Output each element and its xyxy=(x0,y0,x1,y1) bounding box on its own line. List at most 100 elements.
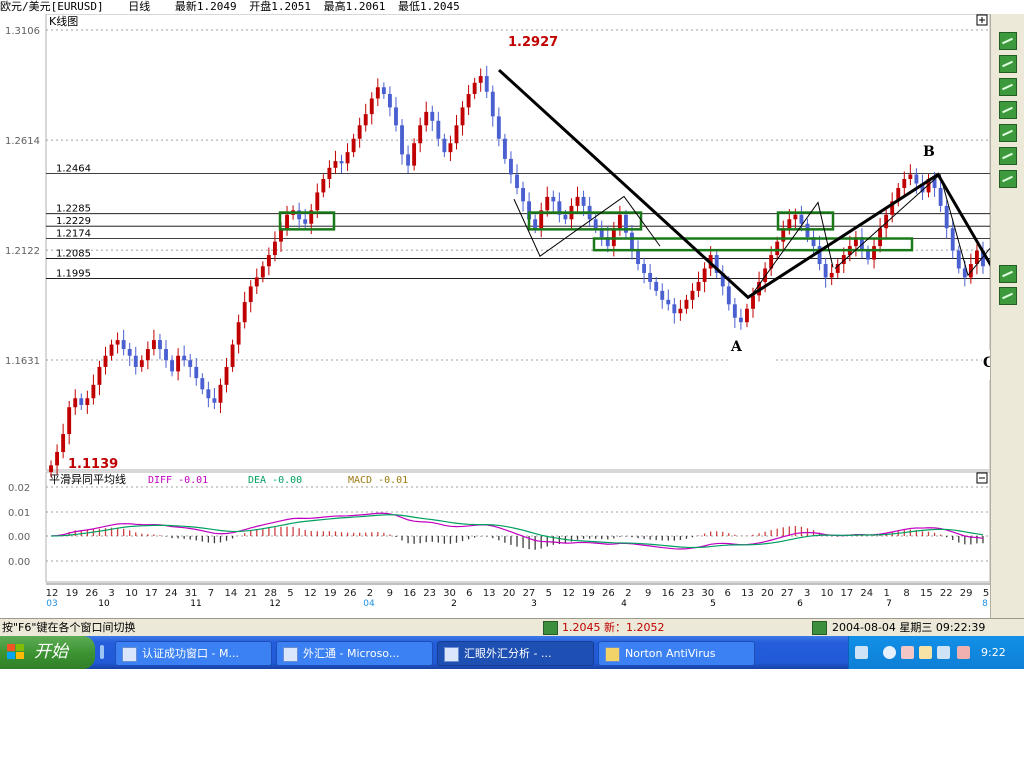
candle-body xyxy=(387,93,392,108)
tool-button-8-icon[interactable] xyxy=(999,265,1017,283)
candle-body xyxy=(357,125,362,139)
status-datetime: 2004-08-04 星期三 09:22:39 xyxy=(832,621,986,634)
candle-body xyxy=(533,219,538,229)
x-tick-label: 22 xyxy=(940,588,953,599)
low-price: 最低1.2045 xyxy=(397,0,460,13)
start-button[interactable]: 开始 xyxy=(0,636,95,669)
candle-body xyxy=(375,87,380,99)
candle-body xyxy=(472,82,477,94)
task-waihuitong[interactable]: 外汇通 - Microso... xyxy=(276,641,433,666)
quicklaunch-icon[interactable] xyxy=(100,645,104,659)
keyboard-icon[interactable] xyxy=(855,646,868,659)
candle-body xyxy=(593,219,598,229)
x-tick-label: 6 xyxy=(724,588,730,599)
tray-monitor-icon[interactable] xyxy=(937,646,950,659)
browser-icon xyxy=(283,647,298,662)
start-label: 开始 xyxy=(34,642,68,662)
tray-antivirus-icon[interactable] xyxy=(957,646,970,659)
candle-body xyxy=(345,152,350,164)
task-auth-window[interactable]: 认证成功窗口 - M... xyxy=(115,641,272,666)
candle-body xyxy=(732,304,737,318)
chart-app-icon xyxy=(444,647,459,662)
x-month-label: 7 xyxy=(886,599,892,609)
status-bar: 按"F6"键在各个窗口间切换 1.2045 新：1.2052 2004-08-0… xyxy=(0,618,1024,636)
candle-body xyxy=(321,179,326,193)
tray-app-icon[interactable] xyxy=(901,646,914,659)
x-tick-label: 10 xyxy=(125,588,138,599)
x-tick-label: 10 xyxy=(821,588,834,599)
candle-body xyxy=(648,272,653,282)
x-tick-label: 20 xyxy=(503,588,516,599)
x-tick-label: 19 xyxy=(66,588,79,599)
tray-network-icon[interactable] xyxy=(919,646,932,659)
tool-button-9-icon[interactable] xyxy=(999,287,1017,305)
tool-button-7-icon[interactable] xyxy=(999,170,1017,188)
quote-header: 欧元/美元[EURUSD] 日线 最新1.2049 开盘1.2051 最高1.2… xyxy=(0,0,990,14)
x-tick-label: 26 xyxy=(602,588,615,599)
x-tick-label: 29 xyxy=(960,588,973,599)
candle-body xyxy=(351,138,356,153)
x-month-label: 5 xyxy=(710,599,716,609)
candle-body xyxy=(381,87,386,94)
y-tick-label: 1.2122 xyxy=(5,246,40,257)
candle-body xyxy=(109,344,114,356)
candle-body xyxy=(684,299,689,309)
tool-button-2-icon[interactable] xyxy=(999,55,1017,73)
symbol-name: 欧元/美元[EURUSD] xyxy=(0,0,104,13)
low-label: 1.1139 xyxy=(68,457,118,472)
y-tick-label: 1.3106 xyxy=(5,26,40,37)
chart-area[interactable]: K线图 平滑异同平均线 DIFF -0.01 DEA -0.00 MACD -0… xyxy=(0,14,990,618)
level-label: 1.2174 xyxy=(56,229,91,240)
period-label[interactable]: 日线 xyxy=(128,0,150,13)
candle-body xyxy=(563,214,568,220)
candle-body xyxy=(315,192,320,211)
x-tick-label: 17 xyxy=(145,588,158,599)
x-tick-label: 12 xyxy=(562,588,575,599)
candle-body xyxy=(484,76,489,92)
candle-body xyxy=(551,196,556,202)
latest-price: 最新1.2049 xyxy=(174,0,237,13)
chevron-left-icon[interactable] xyxy=(883,646,896,659)
candle-body xyxy=(418,125,423,144)
candle-body xyxy=(678,308,683,314)
tool-button-6-icon[interactable] xyxy=(999,147,1017,165)
candle-body xyxy=(85,398,90,405)
tool-button-5-icon[interactable] xyxy=(999,124,1017,142)
candle-body xyxy=(266,255,271,267)
candle-body xyxy=(654,281,659,291)
tool-button-4-icon[interactable] xyxy=(999,101,1017,119)
candle-body xyxy=(611,228,616,247)
candle-body xyxy=(97,366,102,385)
candle-body xyxy=(248,286,253,303)
x-month-label: 4 xyxy=(621,599,627,609)
candle-body xyxy=(369,98,374,115)
x-tick-label: 12 xyxy=(46,588,59,599)
candle-body xyxy=(260,266,265,278)
high-price: 最高1.2061 xyxy=(323,0,386,13)
x-month-label: 3 xyxy=(531,599,537,609)
candle-body xyxy=(176,355,181,372)
candle-body xyxy=(950,228,955,251)
candle-body xyxy=(454,125,459,144)
x-tick-label: 3 xyxy=(804,588,810,599)
task-norton[interactable]: Norton AntiVirus xyxy=(598,641,755,666)
candle-body xyxy=(799,214,804,224)
candle-body xyxy=(55,451,60,466)
candle-body xyxy=(793,214,798,220)
candle-body xyxy=(496,116,501,139)
price-icon xyxy=(543,621,558,635)
candle-body xyxy=(218,384,223,403)
kline-panel[interactable] xyxy=(45,14,990,471)
candle-body xyxy=(436,120,441,139)
tool-button-1-icon[interactable] xyxy=(999,32,1017,50)
x-tick-label: 2 xyxy=(625,588,631,599)
collapse-icon[interactable] xyxy=(976,472,988,484)
tool-button-3-icon[interactable] xyxy=(999,78,1017,96)
task-forex-analysis[interactable]: 汇眼外汇分析 - ... xyxy=(437,641,594,666)
expand-icon[interactable] xyxy=(976,14,988,26)
candle-body xyxy=(272,241,277,256)
macd-diff-label: DIFF -0.01 xyxy=(148,475,208,486)
kline-title: K线图 xyxy=(49,14,78,28)
candle-body xyxy=(303,219,308,224)
x-tick-label: 31 xyxy=(185,588,198,599)
